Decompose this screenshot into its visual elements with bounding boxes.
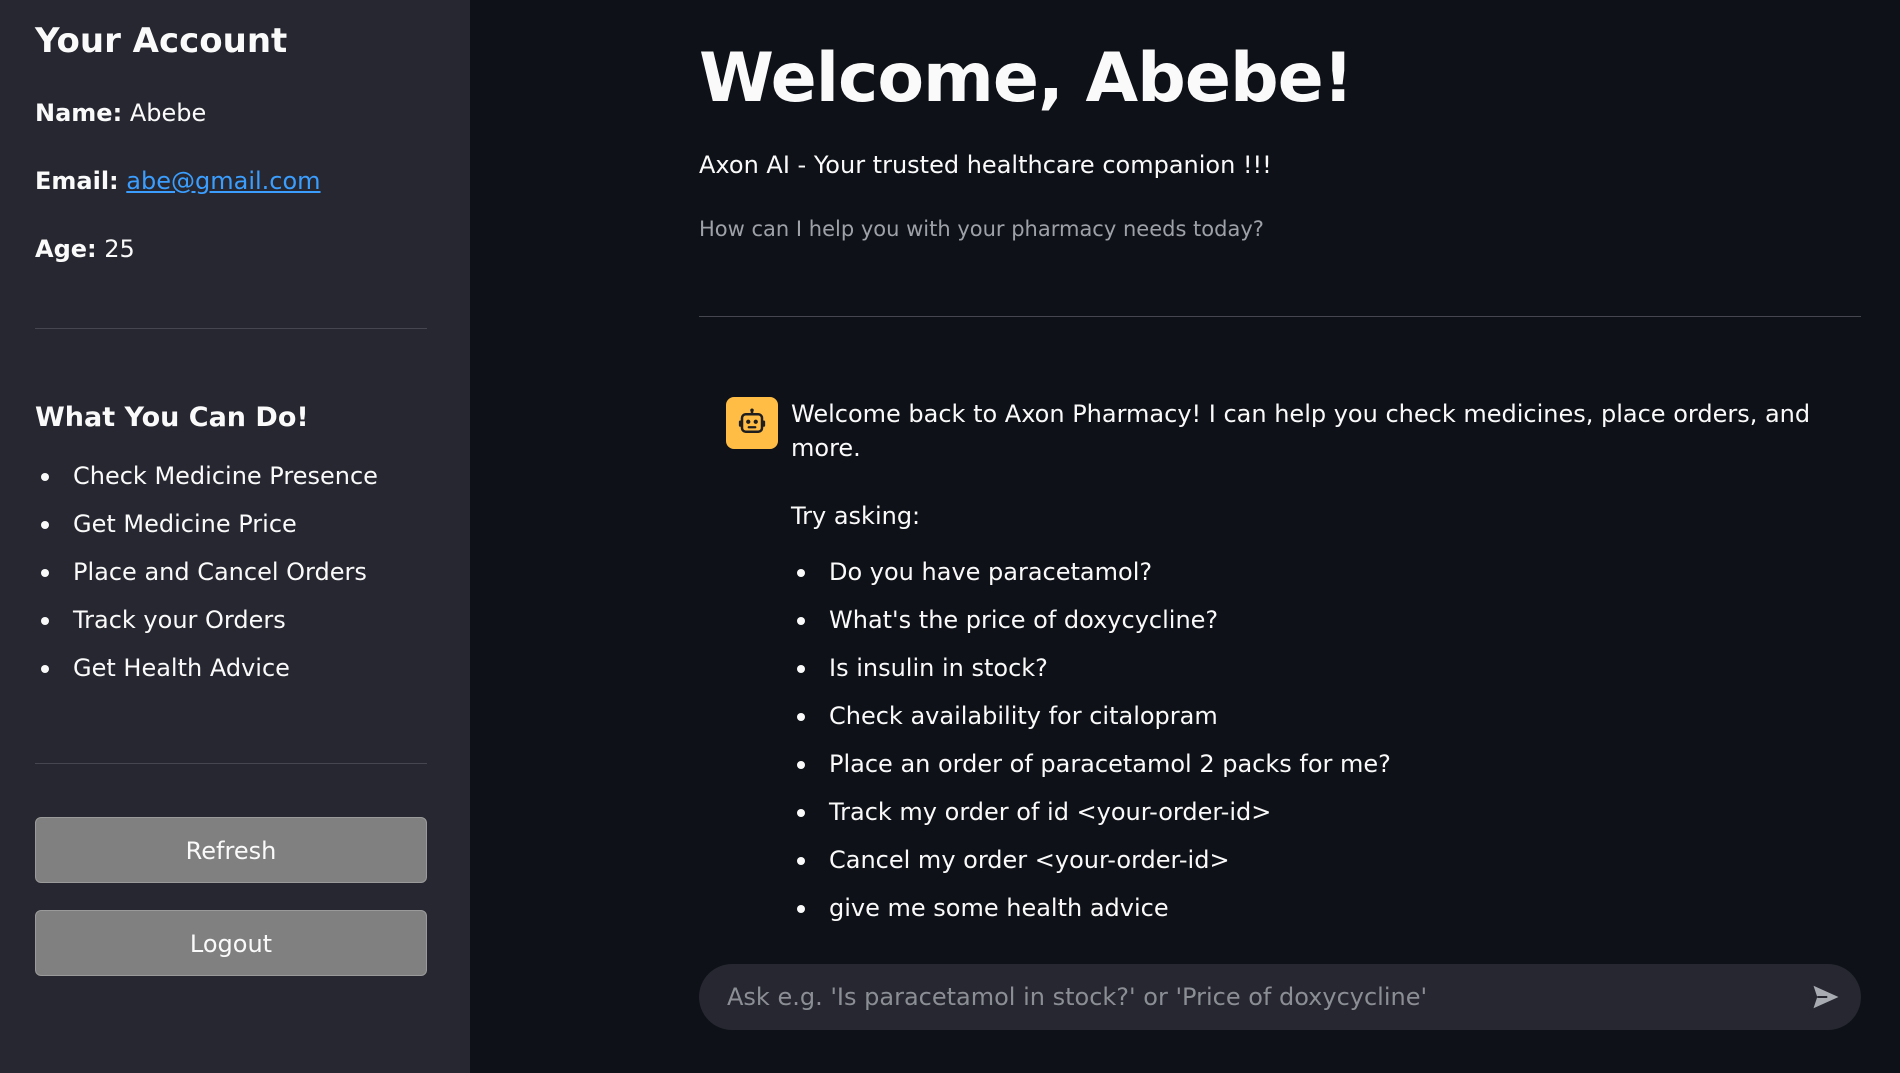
list-item: Track your Orders <box>35 603 427 637</box>
main-divider <box>699 316 1861 317</box>
chat-input[interactable] <box>699 964 1791 1030</box>
page-title: Welcome, Abebe! <box>699 39 1354 118</box>
try-asking-label: Try asking: <box>791 502 921 530</box>
refresh-button[interactable]: Refresh <box>35 817 427 883</box>
capabilities-title: What You Can Do! <box>35 402 309 433</box>
list-item: Place and Cancel Orders <box>35 555 427 589</box>
robot-icon-glyph <box>738 408 766 433</box>
app-root: Your Account Name: Abebe Email: abe@gmai… <box>0 0 1900 1073</box>
main-content: Welcome, Abebe! Axon AI - Your trusted h… <box>470 0 1900 1073</box>
list-item: Cancel my order <your-order-id> <box>791 843 1861 877</box>
page-subtitle: Axon AI - Your trusted healthcare compan… <box>699 151 1272 179</box>
list-item: Check Medicine Presence <box>35 459 427 493</box>
send-button[interactable] <box>1791 964 1861 1030</box>
list-item: Track my order of id <your-order-id> <box>791 795 1861 829</box>
account-age-row: Age: 25 <box>35 232 427 266</box>
name-label: Name: <box>35 99 123 127</box>
sidebar: Your Account Name: Abebe Email: abe@gmai… <box>0 0 470 1073</box>
sidebar-divider <box>35 328 427 329</box>
assistant-message-text: Welcome back to Axon Pharmacy! I can hel… <box>791 400 1811 462</box>
list-item: Is insulin in stock? <box>791 651 1861 685</box>
list-item: give me some health advice <box>791 891 1861 925</box>
assistant-message: Welcome back to Axon Pharmacy! I can hel… <box>699 397 1861 925</box>
age-value: 25 <box>104 235 135 263</box>
email-link[interactable]: abe@gmail.com <box>126 167 320 195</box>
send-icon <box>1813 985 1839 1009</box>
chat-input-bar <box>699 964 1861 1030</box>
email-label: Email: <box>35 167 119 195</box>
account-email-row: Email: abe@gmail.com <box>35 164 427 198</box>
capabilities-list: Check Medicine Presence Get Medicine Pri… <box>35 459 427 685</box>
list-item: What's the price of doxycycline? <box>791 603 1861 637</box>
content-column: Welcome, Abebe! Axon AI - Your trusted h… <box>699 0 1861 939</box>
logout-button[interactable]: Logout <box>35 910 427 976</box>
page-caption: How can I help you with your pharmacy ne… <box>699 217 1264 241</box>
list-item: Get Medicine Price <box>35 507 427 541</box>
account-name-row: Name: Abebe <box>35 96 427 130</box>
sidebar-title: Your Account <box>35 21 288 61</box>
list-item: Place an order of paracetamol 2 packs fo… <box>791 747 1861 781</box>
list-item: Get Health Advice <box>35 651 427 685</box>
age-label: Age: <box>35 235 97 263</box>
suggestion-list: Do you have paracetamol? What's the pric… <box>791 555 1861 925</box>
list-item: Check availability for citalopram <box>791 699 1861 733</box>
sidebar-divider <box>35 763 427 764</box>
list-item: Do you have paracetamol? <box>791 555 1861 589</box>
robot-icon <box>726 397 778 449</box>
name-value: Abebe <box>129 99 207 127</box>
